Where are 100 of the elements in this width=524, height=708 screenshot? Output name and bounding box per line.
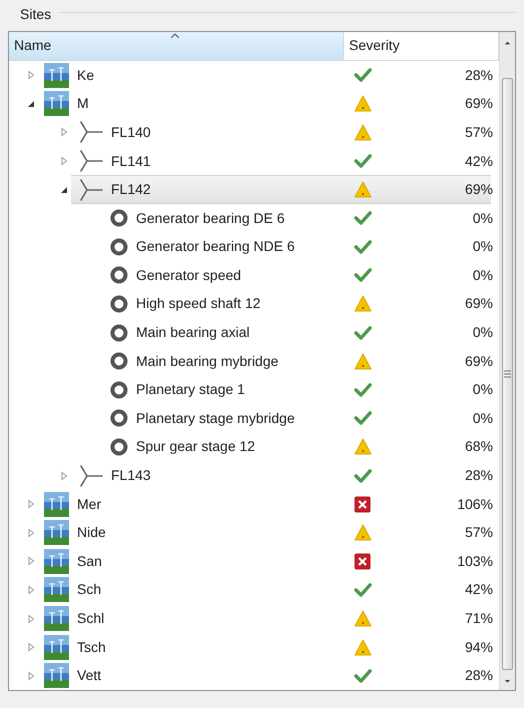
severity-value: 0% [472, 266, 493, 285]
item-name: Schl [76, 609, 104, 628]
tree-row[interactable]: Main bearing mybridge [104, 346, 286, 376]
grip-icon [504, 370, 511, 378]
sensor-icon [110, 209, 128, 228]
severity-value: 0% [472, 408, 493, 428]
severity-value: 57% [464, 122, 493, 142]
severity-value: 94% [464, 638, 493, 657]
expand-arrow-icon[interactable] [26, 70, 36, 80]
sensor-icon [110, 324, 128, 342]
expand-arrow-icon[interactable] [26, 556, 36, 566]
severity-value: 0% [472, 208, 493, 228]
tree-row[interactable]: FL143 [71, 461, 159, 490]
wind-farm-icon [44, 577, 69, 602]
tree-row[interactable]: Spur gear stage 12 [104, 432, 264, 462]
expand-arrow-icon[interactable] [26, 584, 36, 595]
tree-row[interactable]: FL140 [71, 118, 159, 147]
wind-farm-icon [44, 634, 69, 660]
turbine-icon [77, 178, 103, 202]
expand-arrow-icon[interactable] [59, 156, 69, 166]
turbine-icon [77, 120, 103, 144]
tree-row[interactable]: FL141 [71, 146, 159, 176]
tree-row[interactable]: Mer [38, 490, 110, 518]
item-name: Generator bearing NDE 6 [135, 237, 295, 256]
collapse-arrow-icon[interactable] [26, 98, 36, 109]
expand-arrow-icon[interactable] [59, 127, 69, 138]
expand-arrow-icon[interactable] [59, 470, 69, 481]
severity-value: 106% [457, 494, 493, 514]
turbine-icon [77, 149, 103, 174]
column-header[interactable]: Name [9, 32, 344, 60]
sensor-icon [110, 266, 128, 284]
item-name: FL141 [110, 152, 151, 171]
item-name: FL140 [110, 122, 151, 142]
tree-row[interactable]: Vett [38, 661, 110, 690]
tree-row[interactable]: Tsch [38, 632, 114, 662]
item-name: Planetary stage mybridge [135, 408, 295, 428]
item-name: FL143 [110, 466, 151, 486]
tree-row[interactable]: Planetary stage mybridge [104, 404, 303, 433]
item-name: Ke [76, 66, 94, 85]
severity-value: 69% [464, 294, 493, 314]
severity-value: 69% [464, 94, 493, 114]
severity-value: 0% [472, 237, 493, 256]
item-name: Tsch [76, 638, 106, 657]
expand-arrow-icon[interactable] [26, 642, 36, 652]
tree-row[interactable]: High speed shaft 12 [104, 290, 269, 318]
scrollbar[interactable] [499, 32, 515, 690]
item-name: Generator speed [135, 266, 242, 285]
item-name: Spur gear stage 12 [135, 437, 256, 456]
tree-row[interactable]: Schl [38, 604, 112, 633]
tree-row[interactable]: Generator bearing NDE 6 [104, 232, 303, 262]
sensor-icon [110, 380, 128, 399]
expand-arrow-icon[interactable] [26, 528, 36, 538]
item-name: Generator bearing DE 6 [135, 208, 285, 228]
severity-value: 28% [464, 66, 493, 85]
tree-row[interactable]: M [38, 90, 97, 118]
item-name: Nide [76, 523, 106, 542]
collapse-arrow-icon[interactable] [59, 184, 69, 195]
wind-farm-icon [44, 520, 69, 546]
wind-farm-icon [44, 91, 69, 116]
sensor-icon [110, 238, 128, 256]
severity-value: 0% [472, 380, 493, 400]
sensor-icon [110, 409, 128, 428]
severity-value: 103% [457, 552, 493, 571]
item-name: High speed shaft 12 [135, 294, 261, 314]
severity-value: 57% [464, 523, 493, 542]
turbine-icon [77, 464, 103, 488]
item-name: San [76, 552, 102, 571]
tree-row[interactable]: Generator bearing DE 6 [104, 204, 293, 232]
wind-farm-icon [44, 492, 69, 517]
severity-value: 71% [464, 609, 493, 628]
scroll-thumb[interactable] [502, 78, 513, 670]
severity-value: 0% [472, 323, 493, 342]
tree-row[interactable]: San [38, 547, 110, 576]
sensor-icon [110, 438, 128, 456]
item-name: Mer [76, 494, 102, 514]
sensor-icon [110, 294, 128, 313]
item-name: M [76, 94, 89, 114]
item-name: Main bearing axial [135, 323, 250, 342]
tree-row[interactable]: Ke [38, 60, 102, 90]
wind-farm-icon [44, 548, 69, 574]
expand-arrow-icon[interactable] [26, 499, 36, 510]
severity-value: 28% [464, 666, 493, 686]
tree-row[interactable]: Nide [38, 518, 114, 548]
expand-arrow-icon[interactable] [26, 670, 36, 681]
group-title: Sites [19, 5, 52, 24]
severity-value: 69% [464, 180, 493, 200]
tree-row[interactable]: Planetary stage 1 [104, 375, 253, 404]
wind-farm-icon [44, 62, 69, 88]
item-name: FL142 [110, 180, 151, 200]
wind-farm-icon [44, 663, 69, 688]
tree-row[interactable]: Main bearing axial [104, 318, 258, 347]
severity-value: 68% [464, 437, 493, 456]
expand-arrow-icon[interactable] [26, 614, 36, 624]
item-name: Planetary stage 1 [135, 380, 245, 400]
item-name: Vett [76, 666, 102, 686]
tree-row[interactable]: Sch [38, 576, 110, 604]
tree-row[interactable]: Generator speed [104, 261, 250, 290]
sensor-icon [110, 352, 128, 370]
severity-value: 69% [464, 352, 493, 371]
severity-value: 42% [464, 152, 493, 171]
